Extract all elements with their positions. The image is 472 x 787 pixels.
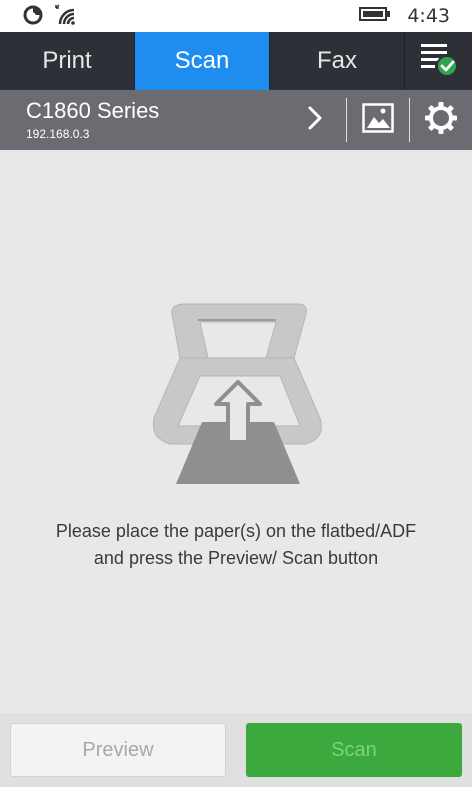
device-name: C1860 Series <box>26 98 160 123</box>
status-left <box>22 4 80 30</box>
tab-scan[interactable]: Scan <box>135 32 270 90</box>
preview-button[interactable]: Preview <box>10 723 226 777</box>
job-list-button[interactable] <box>405 32 472 90</box>
gear-icon <box>424 101 458 139</box>
tab-print[interactable]: Print <box>0 32 135 90</box>
device-actions <box>284 90 472 150</box>
device-bar[interactable]: C1860 Series 192.168.0.3 <box>0 90 472 150</box>
tab-bar: Print Scan Fax <box>0 32 472 90</box>
tab-fax[interactable]: Fax <box>270 32 405 90</box>
nfc-icon <box>22 4 44 30</box>
wifi-icon <box>54 4 80 30</box>
device-select-button[interactable] <box>284 90 346 150</box>
scanner-illustration-icon <box>150 298 322 488</box>
status-right: 4:43 <box>359 0 450 32</box>
image-icon <box>362 103 394 137</box>
scan-main-area: Please place the paper(s) on the flatbed… <box>0 150 472 713</box>
job-list-check-icon <box>419 41 459 81</box>
clock: 4:43 <box>407 5 450 27</box>
scan-instruction-text: Please place the paper(s) on the flatbed… <box>55 521 417 568</box>
gallery-button[interactable] <box>347 90 409 150</box>
device-ip: 192.168.0.3 <box>26 127 90 141</box>
status-bar: 4:43 <box>0 0 472 32</box>
scan-button[interactable]: Scan <box>246 723 462 777</box>
chevron-right-icon <box>306 105 324 135</box>
battery-icon <box>359 6 391 26</box>
settings-button[interactable] <box>410 90 472 150</box>
bottom-action-bar: Preview Scan <box>0 713 472 787</box>
